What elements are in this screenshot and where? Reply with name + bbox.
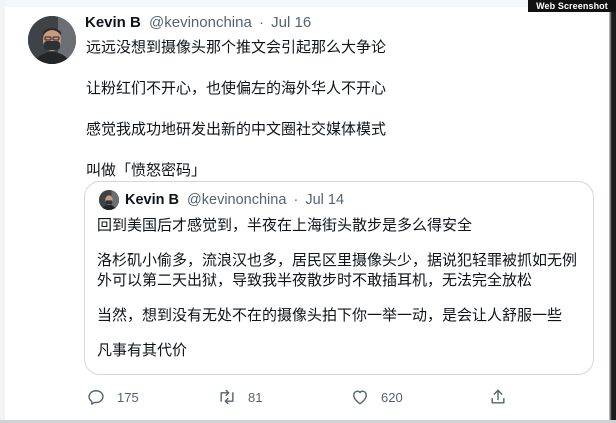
quoted-header-separator: · xyxy=(293,192,299,208)
reply-button[interactable]: 175 xyxy=(86,386,139,408)
like-count: 620 xyxy=(381,389,403,405)
avatar-photo-icon xyxy=(28,16,76,64)
quoted-author-handle: @kevinonchina xyxy=(187,192,287,208)
quoted-paragraph: 洛杉矶小偷多，流浪汉也多，居民区里摄像头少，据说犯轻罪被抓如无例外可以第二天出狱… xyxy=(97,252,578,289)
retweet-icon xyxy=(220,389,234,405)
quoted-paragraph: 当然，想到没有无处不在的摄像头拍下你一举一动，是会让人舒服一些 xyxy=(97,307,563,324)
window-left-strip xyxy=(0,0,5,423)
web-screenshot-watermark: Web Screenshot xyxy=(528,0,616,12)
author-avatar[interactable] xyxy=(28,16,76,64)
quoted-tweet-text: 回到美国后才感觉到，半夜在上海街头散步是多么得安全 洛杉矶小偷多，流浪汉也多，居… xyxy=(97,216,583,376)
quoted-tweet-date: Jul 14 xyxy=(305,192,345,208)
header-separator: · xyxy=(259,14,264,31)
window-right-frame xyxy=(609,0,616,423)
tweet-header: Kevin B @kevinonchina · Jul 16 xyxy=(85,14,311,34)
author-name[interactable]: Kevin B xyxy=(85,14,141,31)
tweet-paragraph: 远远没想到摄像头那个推文会引起那么大争论 xyxy=(86,39,387,56)
quoted-tweet-header: Kevin B @kevinonchina · Jul 14 xyxy=(125,192,344,208)
quoted-avatar-photo-icon xyxy=(99,190,119,210)
tweet-date[interactable]: Jul 16 xyxy=(271,14,311,31)
tweet-paragraph: 让粉红们不开心，也使偏左的海外华人不开心 xyxy=(86,80,387,97)
share-button[interactable] xyxy=(488,386,508,408)
quoted-author-name: Kevin B xyxy=(125,192,179,208)
tweet-text: 远远没想到摄像头那个推文会引起那么大争论 让粉红们不开心，也使偏左的海外华人不开… xyxy=(86,38,596,202)
tweet-action-bar: 175 81 620 xyxy=(84,386,524,408)
window-top-strip xyxy=(0,0,616,7)
heart-icon xyxy=(353,390,367,405)
author-handle[interactable]: @kevinonchina xyxy=(149,14,252,31)
share-icon xyxy=(491,389,505,404)
tweet-paragraph: 感觉我成功地研发出新的中文圈社交媒体模式 xyxy=(86,121,387,138)
reply-count: 175 xyxy=(117,389,139,405)
tweet-paragraph: 叫做「愤怒密码」 xyxy=(86,162,207,179)
quoted-paragraph: 凡事有其代价 xyxy=(97,342,188,359)
retweet-count: 81 xyxy=(248,389,263,405)
quoted-author-avatar xyxy=(99,190,119,210)
retweet-button[interactable]: 81 xyxy=(217,386,262,408)
like-button[interactable]: 620 xyxy=(350,386,403,408)
quoted-tweet-card[interactable]: Kevin B @kevinonchina · Jul 14 回到美国后才感觉到… xyxy=(84,181,594,375)
quoted-paragraph: 回到美国后才感觉到，半夜在上海街头散步是多么得安全 xyxy=(97,217,473,234)
reply-icon xyxy=(88,390,104,405)
